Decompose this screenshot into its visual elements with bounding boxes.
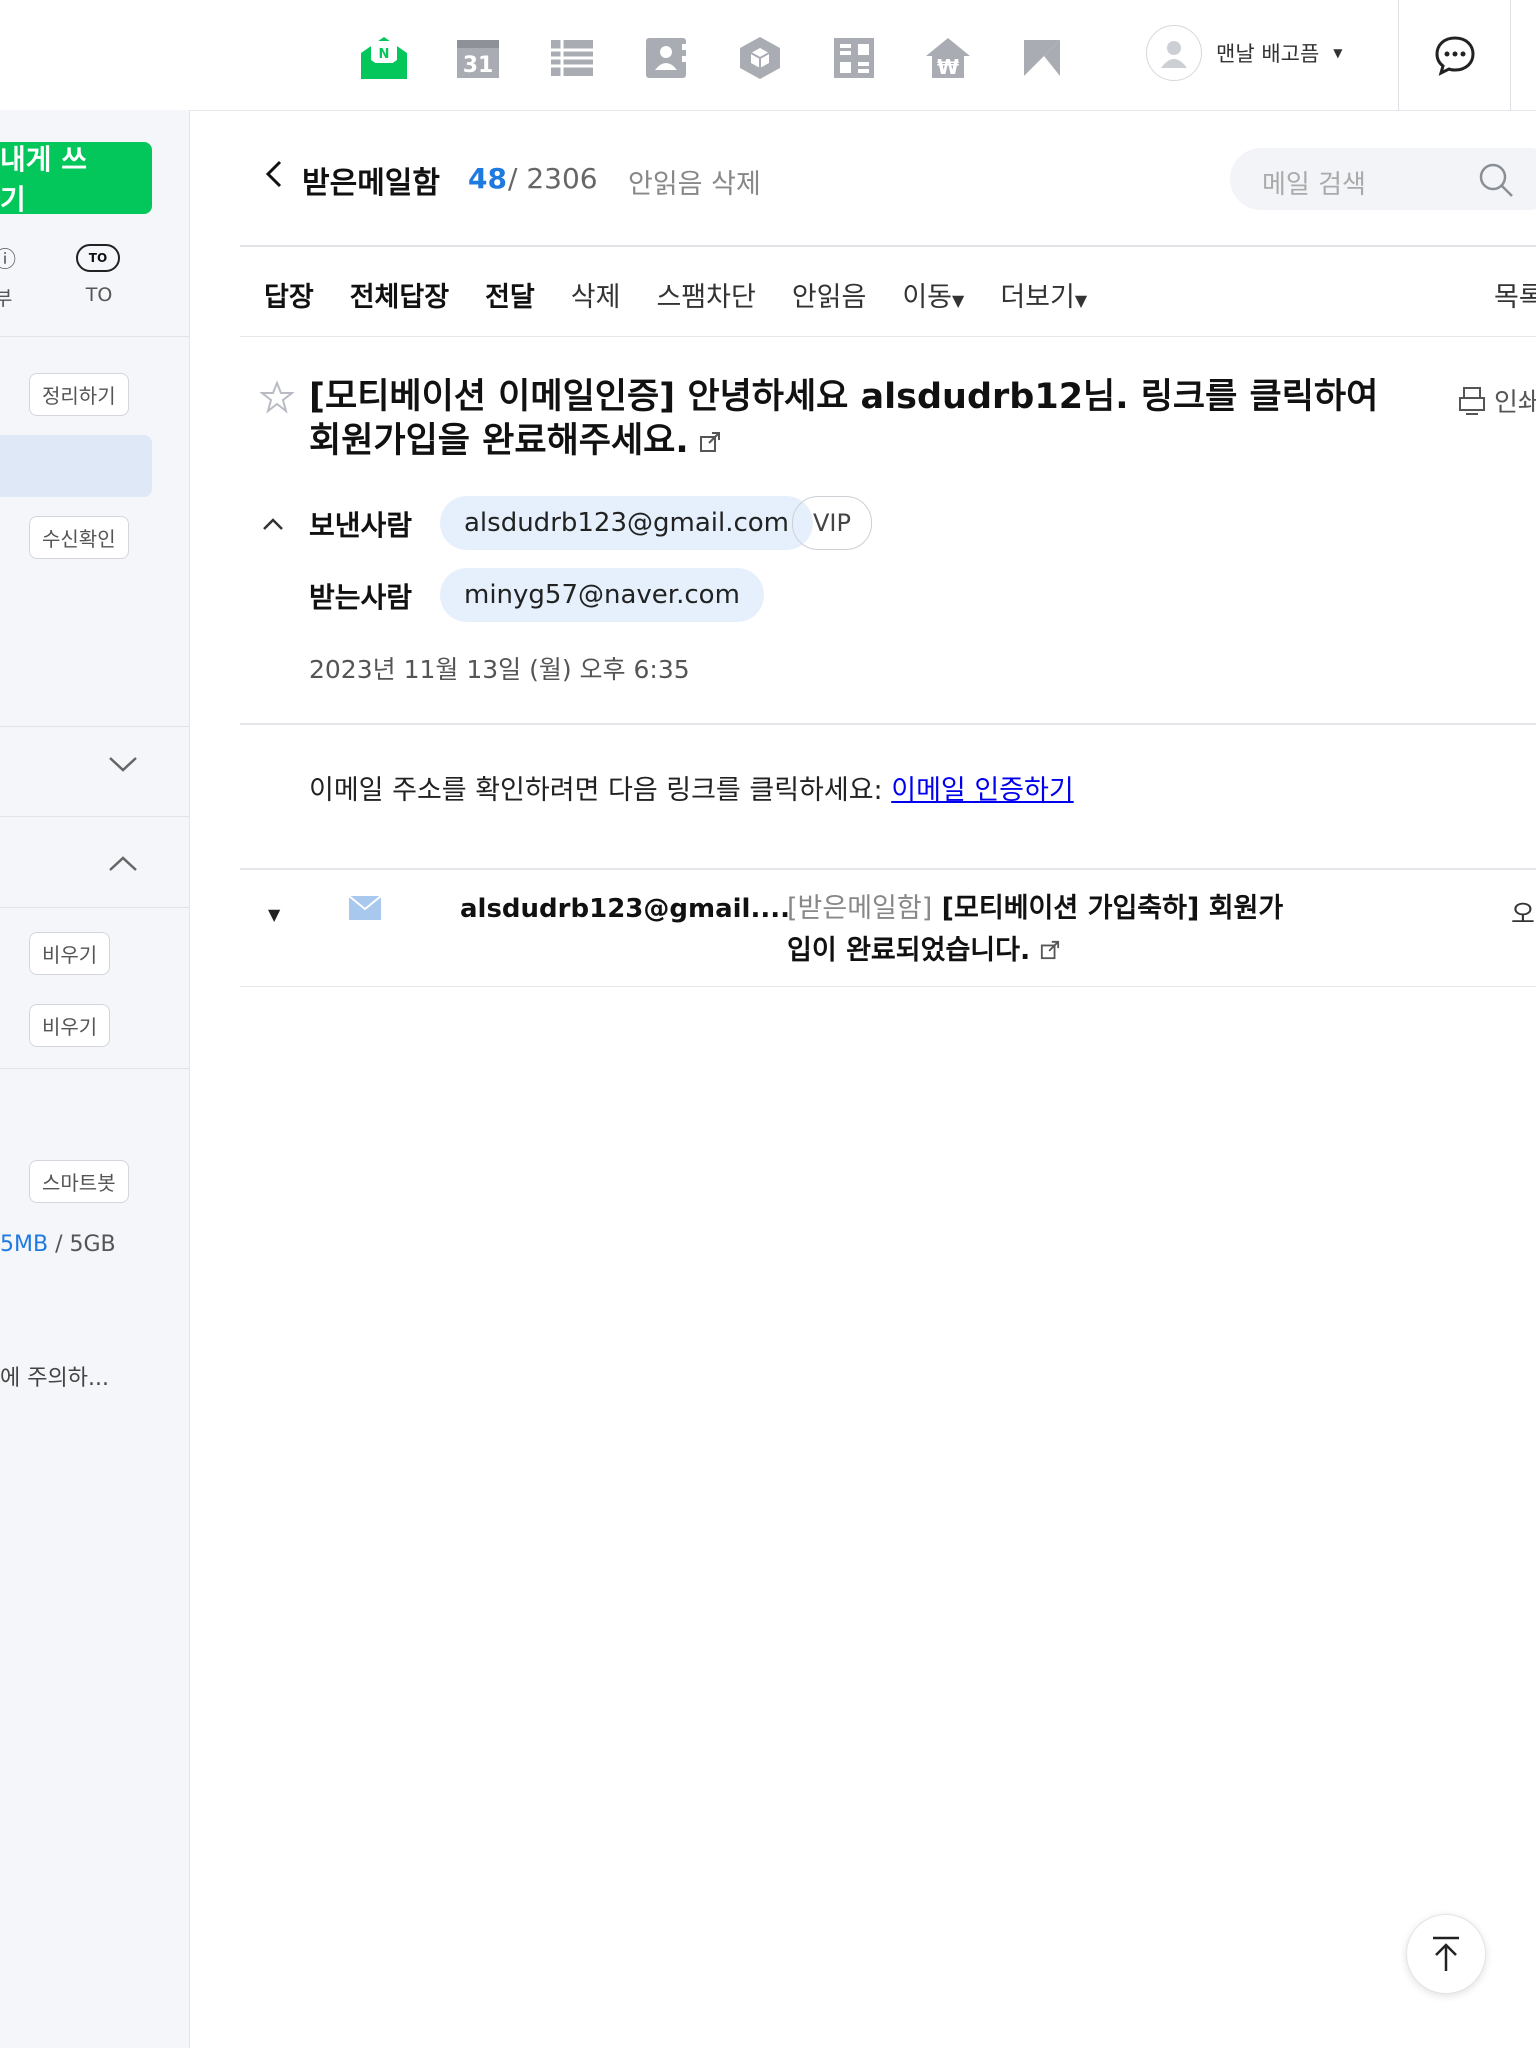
mail-body: 이메일 주소를 확인하려면 다음 링크를 클릭하세요: 이메일 인증하기 — [309, 768, 1074, 807]
mark-unread-button[interactable]: 안읽음 — [792, 275, 867, 314]
quick-item-icon: ⓘ — [0, 248, 17, 273]
sidebar-item-selected[interactable] — [0, 435, 152, 497]
empty-spam-button[interactable]: 비우기 — [29, 1004, 111, 1047]
external-link-icon[interactable] — [1040, 931, 1060, 973]
reply-all-button[interactable]: 전체답장 — [350, 275, 449, 314]
chat-icon[interactable] — [1432, 32, 1478, 78]
move-label: 이동 — [902, 282, 953, 313]
recipient-label: 받는사람 — [309, 581, 413, 614]
list-button[interactable]: 목록 — [1494, 275, 1536, 314]
scroll-to-top-button[interactable] — [1406, 1914, 1486, 1994]
storage-usage: 5MB / 5GB — [0, 1232, 116, 1257]
top-bar: N 31 ₩ 맨날 배고픔 ▼ — [0, 0, 1536, 111]
divider — [0, 907, 189, 908]
quick-item-to-label: TO — [85, 284, 113, 306]
search-box[interactable]: 메일 검색 — [1230, 148, 1536, 210]
divider — [1398, 0, 1399, 110]
calendar-app-icon[interactable]: 31 — [450, 30, 506, 86]
smartbot-button[interactable]: 스마트봇 — [29, 1160, 129, 1203]
caret-down-icon: ▼ — [952, 291, 965, 310]
divider — [240, 336, 1536, 337]
mailbox-title[interactable]: 받은메일함 — [302, 158, 440, 202]
mybox-app-icon[interactable] — [732, 30, 788, 86]
divider — [240, 986, 1536, 987]
print-button[interactable]: 인쇄 — [1458, 382, 1536, 419]
organize-button[interactable]: 정리하기 — [29, 373, 129, 416]
delete-button[interactable]: 삭제 — [571, 275, 621, 314]
svg-text:₩: ₩ — [937, 55, 959, 79]
quick-item-partial[interactable]: ⓘ 부 — [0, 242, 16, 311]
forward-button[interactable]: 전달 — [485, 275, 535, 314]
storage-separator: / — [48, 1232, 70, 1257]
related-mail-subject[interactable]: [받은메일함] [모티베이션 가입축하] 회원가입이 완료되었습니다. — [787, 888, 1307, 973]
search-icon[interactable] — [1476, 160, 1516, 204]
storage-total: 5GB — [69, 1232, 116, 1257]
vip-button[interactable]: VIP — [792, 496, 872, 550]
notice-text[interactable]: 에 주의하... — [0, 1360, 109, 1392]
sender-label: 보낸사람 — [309, 509, 413, 542]
envelope-icon — [348, 895, 382, 925]
divider — [0, 336, 189, 337]
avatar — [1146, 25, 1202, 81]
mail-body-text: 이메일 주소를 확인하려면 다음 링크를 클릭하세요: — [309, 775, 892, 806]
sender-chip[interactable]: alsdudrb123@gmail.com — [440, 496, 814, 550]
quick-item-to[interactable]: TO TO — [76, 244, 122, 306]
empty-trash-button[interactable]: 비우기 — [29, 932, 111, 975]
contacts-list-app-icon[interactable] — [544, 30, 600, 86]
mail-subject-text: [모티베이션 이메일인증] 안녕하세요 alsdudrb12님. 링크를 클릭하… — [309, 377, 1379, 461]
spam-block-button[interactable]: 스팸차단 — [656, 275, 755, 314]
related-mail-sender[interactable]: alsdudrb123@gmail.... — [460, 894, 790, 924]
reply-button[interactable]: 답장 — [264, 275, 314, 314]
quick-item-label: 부 — [0, 286, 13, 310]
read-receipt-button[interactable]: 수신확인 — [29, 516, 129, 559]
search-input[interactable]: 메일 검색 — [1262, 164, 1366, 201]
related-mail-time: 오 — [1511, 900, 1535, 930]
recipient-chip[interactable]: minyg57@naver.com — [440, 568, 764, 622]
more-label: 더보기 — [1000, 282, 1075, 313]
address-book-app-icon[interactable] — [638, 30, 694, 86]
unread-count[interactable]: 48 — [468, 162, 507, 195]
more-dropdown[interactable]: 더보기▼ — [1000, 275, 1087, 314]
chevron-down-icon[interactable] — [108, 750, 138, 780]
total-count: / 2306 — [508, 162, 598, 195]
related-mail-folder: [받은메일함] — [787, 893, 933, 924]
divider — [0, 1068, 189, 1069]
delete-unread-button[interactable]: 안읽음 삭제 — [628, 162, 761, 201]
divider — [0, 816, 189, 817]
expand-caret-icon[interactable]: ▼ — [268, 905, 280, 924]
bookmark-app-icon[interactable] — [1014, 30, 1070, 86]
divider — [240, 245, 1536, 247]
arrow-up-icon — [1433, 1936, 1459, 1971]
profile-name: 맨날 배고픔 — [1216, 42, 1320, 66]
chevron-up-icon[interactable] — [108, 850, 138, 880]
move-dropdown[interactable]: 이동▼ — [902, 275, 964, 314]
mail-subject: [모티베이션 이메일인증] 안녕하세요 alsdudrb12님. 링크를 클릭하… — [309, 375, 1399, 464]
external-link-icon[interactable] — [699, 420, 721, 464]
memo-app-icon[interactable] — [826, 30, 882, 86]
profile-menu[interactable]: 맨날 배고픔 ▼ — [1146, 25, 1343, 81]
verify-email-link[interactable]: 이메일 인증하기 — [891, 775, 1073, 806]
storage-used: 5MB — [0, 1232, 49, 1257]
divider — [240, 723, 1536, 725]
profile-caret-icon: ▼ — [1333, 46, 1343, 60]
print-label: 인쇄 — [1494, 388, 1536, 418]
mail-date: 2023년 11월 13일 (월) 오후 6:35 — [309, 655, 690, 684]
star-icon[interactable] — [259, 380, 295, 418]
svg-text:N: N — [379, 47, 390, 62]
sidebar: 내게 쓰기 ⓘ 부 TO TO 정리하기 수신확인 비우기 비우기 스마트봇 5… — [0, 110, 190, 2048]
divider — [240, 868, 1536, 870]
print-icon — [1459, 386, 1485, 415]
divider — [1510, 0, 1511, 110]
divider — [0, 726, 189, 727]
caret-down-icon: ▼ — [1074, 291, 1088, 310]
pay-app-icon[interactable]: ₩ — [920, 30, 976, 86]
svg-text:31: 31 — [463, 53, 494, 78]
chevron-up-icon[interactable] — [262, 512, 284, 537]
mail-toolbar: 답장 전체답장 전달 삭제 스팸차단 안읽음 이동▼ 더보기▼ — [264, 275, 1087, 314]
compose-to-self-button[interactable]: 내게 쓰기 — [0, 142, 152, 216]
back-icon[interactable] — [262, 158, 284, 198]
to-icon: TO — [76, 244, 120, 272]
mail-app-icon[interactable]: N — [356, 30, 412, 86]
